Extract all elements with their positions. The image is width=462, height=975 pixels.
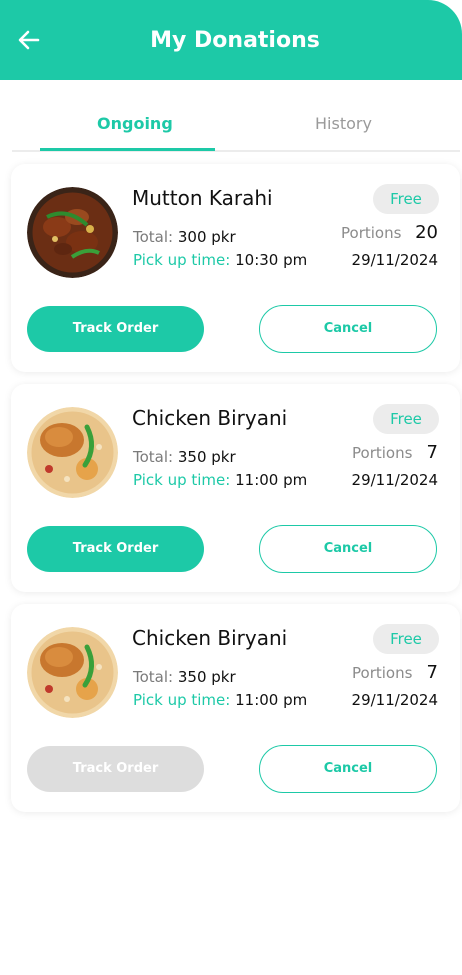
pickup-label: Pick up time: bbox=[133, 691, 231, 709]
food-image-chicken-biryani bbox=[27, 407, 118, 498]
donation-date: 29/11/2024 bbox=[351, 471, 438, 489]
price-badge: Free bbox=[373, 404, 439, 434]
food-image-mutton-karahi bbox=[27, 187, 118, 278]
food-name: Chicken Biryani bbox=[132, 626, 288, 650]
total-label: Total: bbox=[133, 668, 174, 686]
app-header: My Donations bbox=[0, 0, 462, 80]
cancel-button[interactable]: Cancel bbox=[259, 525, 437, 573]
cancel-button[interactable]: Cancel bbox=[259, 745, 437, 793]
price-badge: Free bbox=[373, 624, 439, 654]
total-row: Total: 350 pkr bbox=[133, 668, 236, 686]
pickup-label: Pick up time: bbox=[133, 471, 231, 489]
tab-history[interactable]: History bbox=[315, 114, 372, 133]
total-row: Total: 350 pkr bbox=[133, 448, 236, 466]
total-value: 300 pkr bbox=[177, 228, 236, 246]
track-order-button-disabled: Track Order bbox=[27, 746, 204, 792]
total-label: Total: bbox=[133, 448, 174, 466]
tab-bar: Ongoing History bbox=[12, 100, 460, 152]
donation-date: 29/11/2024 bbox=[351, 691, 438, 709]
pickup-row: Pick up time: 11:00 pm bbox=[133, 471, 307, 489]
portions-value: 20 bbox=[415, 222, 438, 243]
donation-card: Mutton Karahi Free Total: 300 pkr Pick u… bbox=[11, 164, 460, 372]
portions-label: Portions bbox=[352, 664, 413, 682]
donation-date: 29/11/2024 bbox=[351, 251, 438, 269]
active-tab-indicator bbox=[40, 148, 215, 151]
total-label: Total: bbox=[133, 228, 174, 246]
track-order-button[interactable]: Track Order bbox=[27, 306, 204, 352]
pickup-row: Pick up time: 10:30 pm bbox=[133, 251, 307, 269]
portions-label: Portions bbox=[341, 224, 402, 242]
tab-ongoing[interactable]: Ongoing bbox=[97, 114, 173, 133]
pickup-value: 11:00 pm bbox=[235, 691, 308, 709]
track-order-button[interactable]: Track Order bbox=[27, 526, 204, 572]
portions-value: 7 bbox=[426, 662, 438, 683]
portions-value: 7 bbox=[426, 442, 438, 463]
food-image-chicken-biryani bbox=[27, 627, 118, 718]
pickup-value: 10:30 pm bbox=[235, 251, 308, 269]
cancel-button[interactable]: Cancel bbox=[259, 305, 437, 353]
portions-label: Portions bbox=[352, 444, 413, 462]
total-value: 350 pkr bbox=[177, 448, 236, 466]
total-row: Total: 300 pkr bbox=[133, 228, 236, 246]
total-value: 350 pkr bbox=[177, 668, 236, 686]
pickup-row: Pick up time: 11:00 pm bbox=[133, 691, 307, 709]
price-badge: Free bbox=[373, 184, 439, 214]
donation-card: Chicken Biryani Free Total: 350 pkr Pick… bbox=[11, 604, 460, 812]
food-name: Mutton Karahi bbox=[132, 186, 273, 210]
food-name: Chicken Biryani bbox=[132, 406, 288, 430]
donation-card: Chicken Biryani Free Total: 350 pkr Pick… bbox=[11, 384, 460, 592]
pickup-value: 11:00 pm bbox=[235, 471, 308, 489]
pickup-label: Pick up time: bbox=[133, 251, 231, 269]
page-title: My Donations bbox=[150, 28, 320, 53]
